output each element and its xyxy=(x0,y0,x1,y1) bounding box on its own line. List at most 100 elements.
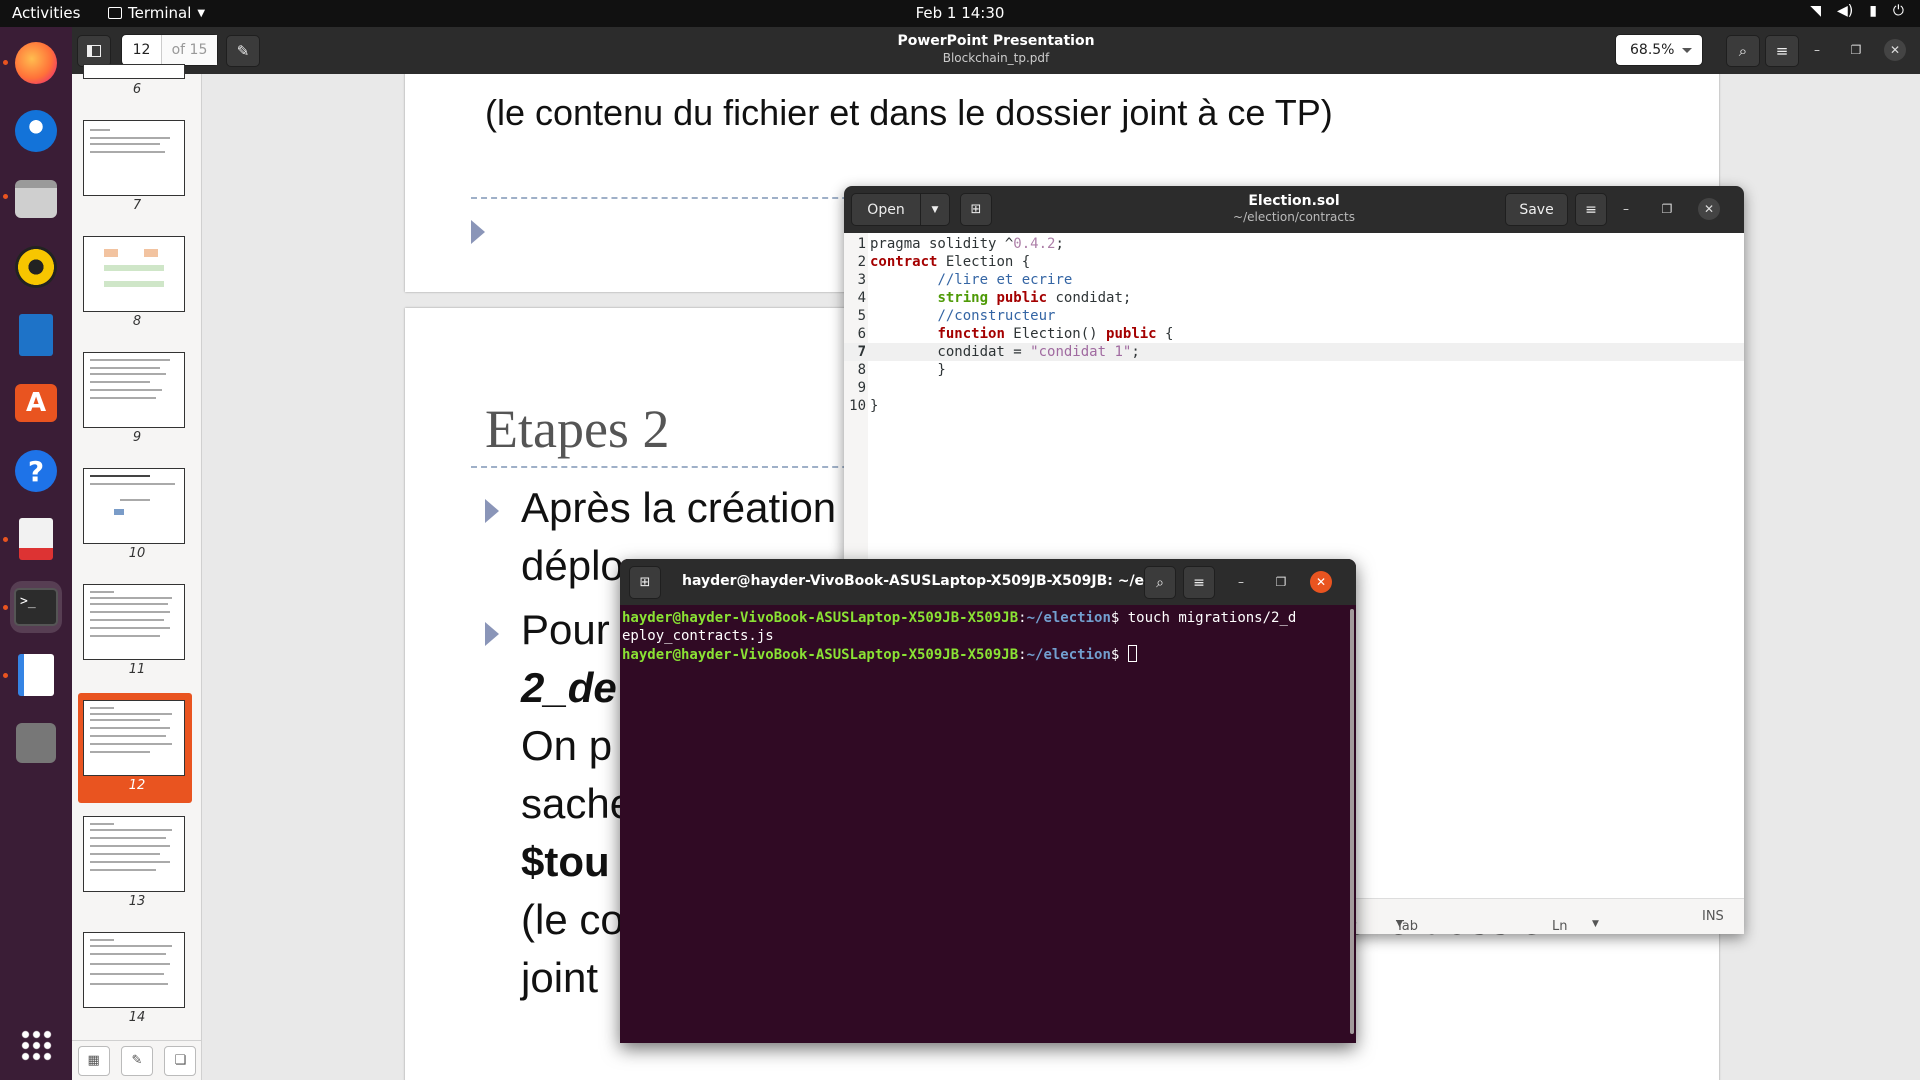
thumbnail-10[interactable] xyxy=(83,468,185,544)
open-dropdown-button[interactable]: ▼ xyxy=(920,193,950,226)
code-token: } xyxy=(870,362,946,378)
code-text: } xyxy=(870,361,946,379)
code-token: pragma solidity ^ xyxy=(870,236,1014,252)
rhythmbox-icon xyxy=(15,246,57,288)
dock-show-apps[interactable] xyxy=(10,1019,62,1071)
top-bar: Activities Terminal ▼ Feb 1 14:30 ◥ ◀) ▮… xyxy=(0,0,1920,27)
libreoffice-writer-icon xyxy=(19,314,53,356)
code-line[interactable]: 4 string public condidat; xyxy=(844,289,1744,307)
open-button[interactable]: Open xyxy=(851,193,921,226)
chevron-down-icon: ▼ xyxy=(1592,919,1599,929)
zoom-select[interactable]: 68.5% xyxy=(1615,34,1703,66)
dock-writer[interactable] xyxy=(10,309,62,361)
thumbnail-11[interactable] xyxy=(83,584,185,660)
system-tray[interactable]: ◥ ◀) ▮ ⏻ xyxy=(1810,3,1904,19)
terminal-scrollbar[interactable] xyxy=(1350,609,1354,1034)
thumbnail-14[interactable] xyxy=(83,932,185,1008)
prompt-user: hayder@hayder-VivoBook-ASUSLaptop-X509JB… xyxy=(622,647,1019,663)
minimize-button[interactable]: – xyxy=(1230,571,1252,593)
new-tab-button[interactable]: ⊞ xyxy=(629,566,661,599)
code-line[interactable]: 3 //lire et ecrire xyxy=(844,271,1744,289)
dock-help[interactable]: ? xyxy=(10,445,62,497)
chevron-down-icon: ▼ xyxy=(1396,919,1403,929)
command-text: $ touch migrations/2_d xyxy=(1110,610,1297,626)
thumbnail-label: 7 xyxy=(132,198,142,213)
maximize-icon: ❐ xyxy=(1275,575,1287,589)
hamburger-icon: ≡ xyxy=(1775,42,1789,60)
thumbnail-label: 8 xyxy=(132,314,142,329)
save-button[interactable]: Save xyxy=(1505,193,1568,226)
dock-firefox[interactable] xyxy=(10,37,62,89)
dock-terminal[interactable]: >_ xyxy=(10,581,62,633)
code-line[interactable]: 5 //constructeur xyxy=(844,307,1744,325)
menu-button[interactable]: ≡ xyxy=(1183,566,1215,599)
code-line[interactable]: 1 pragma solidity ^0.4.2; xyxy=(844,235,1744,253)
code-line[interactable]: 8 } xyxy=(844,361,1744,379)
close-icon: ✕ xyxy=(1889,43,1901,57)
minimize-icon: – xyxy=(1238,575,1244,589)
code-line[interactable]: 2 contract Election { xyxy=(844,253,1744,271)
dock-rhythmbox[interactable] xyxy=(10,241,62,293)
dock-files[interactable] xyxy=(10,173,62,225)
thumbnails-tab[interactable]: ▦ xyxy=(77,1045,110,1076)
slide-heading: Etapes 2 xyxy=(485,399,670,459)
thumbnail-13[interactable] xyxy=(83,816,185,892)
code-token: condidat = xyxy=(870,344,1031,360)
menu-button[interactable]: ≡ xyxy=(1575,193,1607,226)
thumbnail-label-selected: 12 xyxy=(128,778,146,793)
clock[interactable]: Feb 1 14:30 xyxy=(0,4,1920,22)
running-indicator xyxy=(3,194,8,199)
line-number: 6 xyxy=(857,326,866,342)
dock-thunderbird[interactable] xyxy=(10,105,62,157)
thumbnail-8[interactable] xyxy=(83,236,185,312)
power-icon: ⏻ xyxy=(1892,3,1904,19)
code-text: condidat = "condidat 1"; xyxy=(870,343,1139,361)
code-line[interactable]: 9 xyxy=(844,379,1744,397)
bookmarks-tab[interactable]: ❏ xyxy=(164,1045,197,1076)
bullet-2-line-1: Pour xyxy=(521,606,610,653)
search-icon: ⌕ xyxy=(1738,42,1748,60)
line-number: 10 xyxy=(849,398,866,414)
terminal-output[interactable]: hayder@hayder-VivoBook-ASUSLaptop-X509JB… xyxy=(622,609,1342,664)
menu-button[interactable]: ≡ xyxy=(1765,35,1799,67)
close-button[interactable]: ✕ xyxy=(1698,198,1720,220)
code-line[interactable]: 6 function Election() public { xyxy=(844,325,1744,343)
running-indicator xyxy=(3,60,8,65)
maximize-button[interactable]: ❐ xyxy=(1656,198,1678,220)
new-tab-icon: ⊞ xyxy=(639,575,651,590)
code-token: function xyxy=(937,326,1005,342)
insert-mode[interactable]: INS xyxy=(1702,909,1724,924)
minimize-button[interactable]: – xyxy=(1615,198,1637,220)
thumbnail-9[interactable] xyxy=(83,352,185,428)
dock-text-editor[interactable] xyxy=(10,649,62,701)
search-button[interactable]: ⌕ xyxy=(1726,35,1760,67)
maximize-button[interactable]: ❐ xyxy=(1845,39,1867,61)
thumbnail-6[interactable] xyxy=(83,64,185,79)
dock-software[interactable]: A xyxy=(10,377,62,429)
new-tab-button[interactable]: ⊞ xyxy=(960,193,992,226)
terminal-line: hayder@hayder-VivoBook-ASUSLaptop-X509JB… xyxy=(622,610,1297,626)
thumbnail-7[interactable] xyxy=(83,120,185,196)
dock-usb[interactable] xyxy=(10,717,62,769)
minimize-button[interactable]: – xyxy=(1806,39,1828,61)
prompt-path: ~/election xyxy=(1026,647,1111,663)
code-line[interactable]: 10} xyxy=(844,397,1744,415)
dock-document-viewer[interactable] xyxy=(10,513,62,565)
search-button[interactable]: ⌕ xyxy=(1144,566,1176,599)
close-button[interactable]: ✕ xyxy=(1884,39,1906,61)
code-line[interactable]: 7 condidat = "condidat 1"; xyxy=(844,343,1744,361)
terminal-title: hayder@hayder-VivoBook-ASUSLaptop-X509JB… xyxy=(682,573,1165,589)
close-button[interactable]: ✕ xyxy=(1310,571,1332,593)
maximize-button[interactable]: ❐ xyxy=(1270,571,1292,593)
bullet-2-line-4: sache xyxy=(521,780,634,827)
viewer-header-bar: 12 of 15 ✎ PowerPoint Presentation Block… xyxy=(72,27,1920,74)
annotations-tab[interactable]: ✎ xyxy=(120,1045,153,1076)
code-text: //constructeur xyxy=(870,307,1055,325)
bullet-2-line-2: 2_de xyxy=(521,664,617,711)
terminal-header-bar: ⊞ hayder@hayder-VivoBook-ASUSLaptop-X509… xyxy=(620,559,1356,605)
line-number: 9 xyxy=(857,380,866,396)
thumbnail-12[interactable] xyxy=(83,700,185,776)
line-number: 2 xyxy=(857,254,866,270)
